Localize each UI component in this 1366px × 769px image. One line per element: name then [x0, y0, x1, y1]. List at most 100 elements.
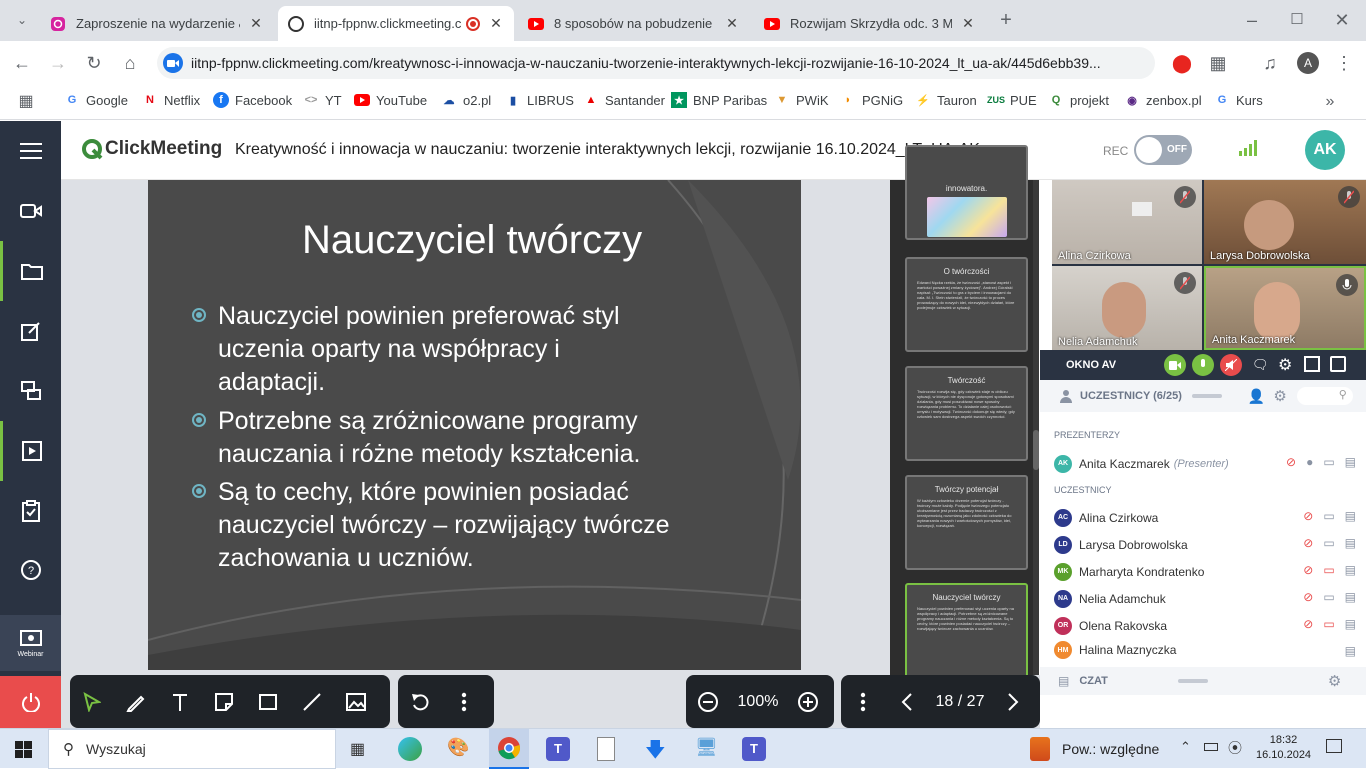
microphone-toggle-icon[interactable] — [1192, 354, 1214, 376]
media-control-icon[interactable]: ♫ — [1258, 51, 1282, 75]
settings-gear-icon[interactable]: ⚙ — [1328, 672, 1341, 690]
collapse-bar[interactable] — [1177, 679, 1208, 683]
network-app-icon[interactable]: 🖥 — [695, 737, 718, 758]
bookmark-netflix[interactable]: N Netflix — [142, 92, 200, 108]
bookmark-kurs[interactable]: G Kurs — [1214, 92, 1263, 108]
weather-widget[interactable]: Pow.: względne — [1030, 737, 1159, 761]
notepad-icon[interactable] — [597, 737, 615, 761]
teams-active-icon[interactable]: T — [742, 737, 766, 761]
profile-avatar[interactable]: A — [1297, 52, 1319, 74]
menu-hamburger-icon[interactable] — [0, 121, 61, 181]
clock[interactable]: 18:32 16.10.2024 — [1256, 733, 1311, 763]
microphone-icon[interactable]: ● — [1306, 455, 1313, 469]
participant-row[interactable]: NA Nelia Adamchuk ⊘ ▭ ▤ — [1054, 585, 1364, 612]
site-info-icon[interactable] — [163, 53, 183, 73]
bookmark-santander[interactable]: ▲ Santander — [583, 92, 665, 108]
pointer-tool-icon[interactable] — [70, 675, 114, 728]
image-tool-icon[interactable] — [334, 675, 378, 728]
rec-toggle[interactable]: OFF — [1134, 135, 1192, 165]
zoom-in-icon[interactable] — [786, 675, 830, 728]
close-icon[interactable]: ✕ — [248, 15, 264, 32]
participant-search-input[interactable]: ⚲ — [1296, 387, 1353, 405]
new-tab-icon[interactable]: + — [994, 8, 1018, 32]
screen-icon[interactable]: ▤ — [1345, 455, 1356, 469]
slide-thumbnail-active[interactable]: Nauczyciel twórczy Nauczyciel powinien p… — [905, 583, 1028, 678]
wifi-icon[interactable]: ⦿ — [1228, 738, 1242, 758]
chat-bubble-icon[interactable]: 🗨 — [1252, 357, 1269, 373]
camera-toggle-icon[interactable] — [1164, 354, 1186, 376]
back-icon[interactable]: ← — [10, 51, 34, 75]
bookmark-google[interactable]: G Google — [64, 92, 128, 108]
zoom-out-icon[interactable] — [686, 675, 730, 728]
microphone-muted-icon[interactable]: ⊘ — [1303, 509, 1313, 523]
close-icon[interactable]: ✕ — [488, 15, 504, 32]
popout-icon[interactable] — [1330, 356, 1346, 372]
settings-gear-icon[interactable]: ⚙ — [1273, 387, 1286, 405]
bookmark-bnp[interactable]: ★ BNP Paribas — [671, 92, 767, 108]
close-icon[interactable]: ✕ — [724, 15, 740, 32]
participants-header[interactable]: UCZESTNICY (6/25) 👤 ⚙ ⚲ — [1040, 380, 1366, 412]
tab-3[interactable]: 8 sposobów na pobudzenie kre... ✕ — [518, 6, 750, 41]
participant-row[interactable]: LD Larysa Dobrowolska ⊘ ▭ ▤ — [1054, 531, 1364, 558]
video-tile[interactable]: Larysa Dobrowolska — [1204, 180, 1366, 264]
extension-icon[interactable]: ⬤ — [1170, 51, 1194, 75]
camera-icon[interactable]: ▭ — [1323, 509, 1334, 523]
camera-muted-icon[interactable]: ▭ — [1323, 563, 1334, 577]
participant-row[interactable]: AK Anita Kaczmarek (Presenter) ⊘ ● ▭ ▤ — [1054, 450, 1364, 477]
speaker-muted-icon[interactable] — [1220, 354, 1242, 376]
bookmark-tauron[interactable]: ⚡ Tauron — [915, 92, 977, 108]
bookmark-librus[interactable]: ▮ LIBRUS — [505, 92, 574, 108]
screen-icon[interactable]: ▤ — [1345, 509, 1356, 523]
maximize-icon[interactable]: ☐ — [1285, 8, 1309, 32]
survey-icon[interactable] — [0, 481, 61, 541]
close-icon[interactable]: ✕ — [960, 15, 976, 32]
participant-row[interactable]: AC Alina Czirkowa ⊘ ▭ ▤ — [1054, 504, 1364, 531]
camera-muted-icon[interactable]: ▭ — [1323, 617, 1334, 631]
user-avatar[interactable]: AK — [1305, 130, 1345, 170]
chat-header[interactable]: ▤ CZAT ⚙ — [1040, 667, 1366, 695]
screen-icon[interactable]: ▤ — [1345, 536, 1356, 550]
windows-start-icon[interactable] — [15, 741, 32, 763]
bookmark-pue[interactable]: ZUS PUE — [987, 92, 1037, 108]
camera-icon[interactable]: ▭ — [1323, 455, 1334, 469]
bookmark-projekt[interactable]: Qprojekt — [1048, 92, 1109, 108]
video-tile-speaking[interactable]: Anita Kaczmarek — [1204, 266, 1366, 350]
tab-2-active[interactable]: iitnp-fppnw.clickmeeting.co ✕ — [278, 6, 514, 41]
chrome-icon[interactable] — [489, 729, 529, 769]
sticky-note-icon[interactable] — [202, 675, 246, 728]
rectangle-tool-icon[interactable] — [246, 675, 290, 728]
power-icon[interactable] — [0, 676, 61, 728]
participant-row[interactable]: OR Olena Rakovska ⊘ ▭ ▤ — [1054, 612, 1364, 639]
settings-gear-icon[interactable]: ⚙ — [1278, 355, 1292, 375]
teams-icon[interactable]: T — [546, 737, 570, 761]
task-view-icon[interactable]: ▦ — [350, 739, 365, 759]
screen-share-icon[interactable] — [0, 361, 61, 421]
home-icon[interactable]: ⌂ — [118, 51, 142, 75]
chevron-right-icon[interactable]: » — [1318, 90, 1342, 114]
bookmark-pwik[interactable]: ▼ PWiK — [774, 92, 829, 108]
previous-slide-icon[interactable] — [885, 675, 929, 728]
video-tile[interactable]: Nelia Adamchuk — [1052, 266, 1202, 350]
participant-row[interactable]: MK Marharyta Kondratenko ⊘ ▭ ▤ — [1054, 558, 1364, 585]
microphone-muted-icon[interactable]: ⊘ — [1303, 590, 1313, 604]
edge-icon[interactable] — [398, 737, 422, 761]
url-field[interactable]: iitnp-fppnw.clickmeeting.com/kreatywnosc… — [157, 47, 1155, 79]
screen-icon[interactable]: ▤ — [1345, 563, 1356, 577]
microphone-muted-icon[interactable]: ⊘ — [1303, 536, 1313, 550]
thumbnails-scrollbar[interactable] — [1033, 180, 1039, 675]
bookmark-yt[interactable]: <> YT — [303, 92, 342, 108]
edit-icon[interactable] — [0, 301, 61, 361]
puzzle-icon[interactable]: ▦ — [1206, 51, 1230, 75]
bookmark-o2[interactable]: ☁ o2.pl — [441, 92, 492, 108]
camera-icon[interactable]: ▭ — [1323, 590, 1334, 604]
undo-icon[interactable] — [398, 675, 442, 728]
microphone-muted-icon[interactable]: ⊘ — [1303, 563, 1313, 577]
tab-1[interactable]: Zaproszenie na wydarzenie &#... ✕ — [40, 6, 274, 41]
minimize-icon[interactable]: – — [1240, 8, 1264, 32]
line-tool-icon[interactable] — [290, 675, 334, 728]
add-user-icon[interactable]: 👤 — [1248, 388, 1265, 405]
slide-thumbnail[interactable]: Twórczość Twórczość rozwija się, gdy czł… — [905, 366, 1028, 461]
bookmark-youtube[interactable]: YouTube — [354, 92, 427, 108]
reload-icon[interactable]: ↻ — [82, 51, 106, 75]
tray-chevron-icon[interactable]: ⌃ — [1180, 739, 1191, 755]
